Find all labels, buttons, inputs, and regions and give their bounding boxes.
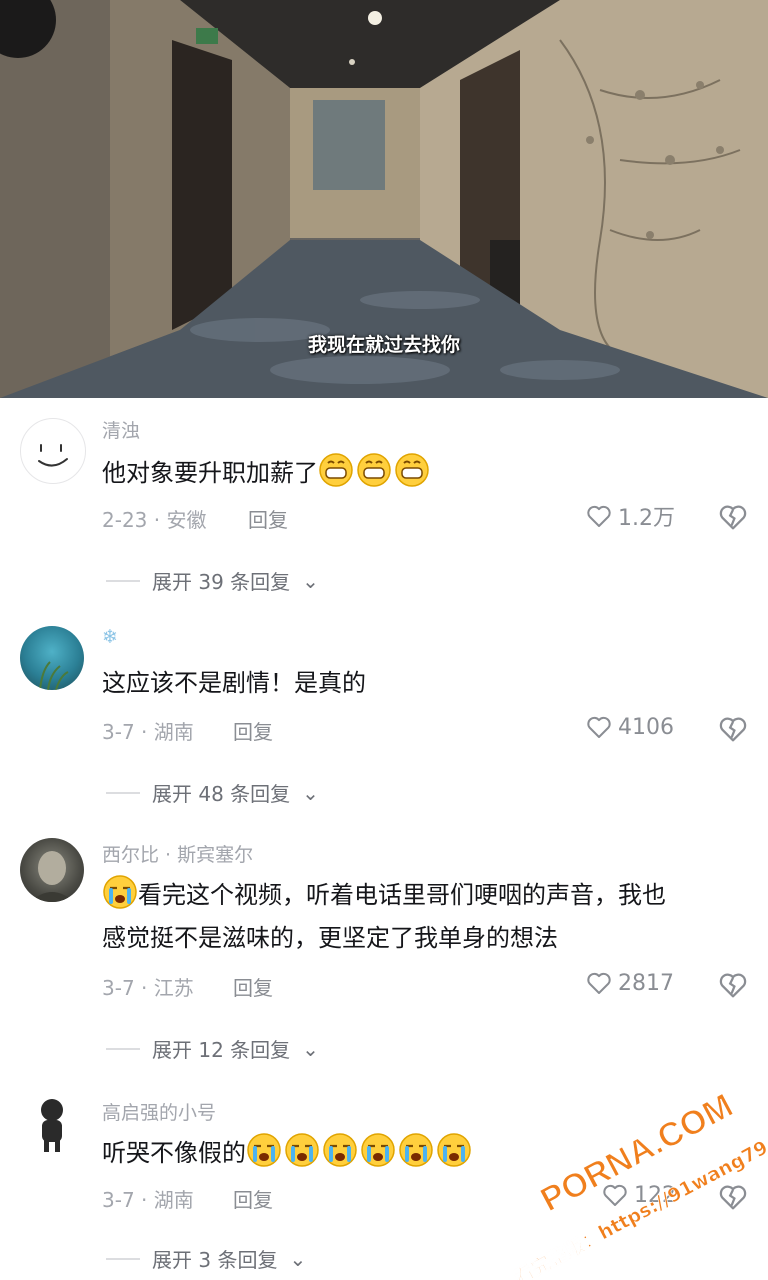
expand-label: 展开 48 条回复	[152, 782, 291, 806]
grin-emoji	[394, 453, 432, 487]
heart-icon	[587, 505, 611, 527]
reply-button[interactable]: 回复	[233, 1184, 273, 1213]
underwater-plant-icon	[39, 661, 69, 690]
reply-button[interactable]: 回复	[233, 716, 273, 745]
heart-icon	[587, 972, 611, 994]
comment-username[interactable]: 高启强的小号	[102, 1098, 216, 1125]
expand-label: 展开 3 条回复	[152, 1248, 278, 1272]
like-count: 4106	[618, 714, 674, 740]
expand-replies-button[interactable]: 展开 3 条回复 ⌄	[106, 1244, 306, 1273]
comment-text: 他对象要升职加薪了	[102, 452, 742, 495]
like-button[interactable]: 1.2万	[584, 500, 675, 532]
broken-heart-icon[interactable]	[716, 968, 750, 1002]
cartoon-figure-icon	[41, 1099, 63, 1152]
avatar[interactable]	[20, 838, 84, 902]
broken-heart-icon[interactable]	[716, 1180, 750, 1214]
comment-text-content: 他对象要升职加薪了	[102, 459, 318, 487]
like-count: 1.2万	[618, 506, 675, 531]
expand-label: 展开 39 条回复	[152, 570, 291, 594]
like-count: 2817	[618, 970, 674, 996]
comment-username[interactable]: 清浊	[102, 416, 140, 443]
comment-text: 听哭不像假的	[102, 1132, 742, 1175]
divider-dash	[106, 1257, 140, 1260]
portrait-icon	[30, 851, 74, 902]
divider-dash	[106, 579, 140, 582]
comment-text: 看完这个视频，听着电话里哥们哽咽的声音，我也 感觉挺不是滋味的，更坚定了我单身的…	[102, 874, 742, 960]
crying-emoji	[284, 1133, 322, 1167]
comment-text-line-1: 看完这个视频，听着电话里哥们哽咽的声音，我也	[102, 874, 742, 917]
comment-username[interactable]: ❄	[102, 626, 118, 648]
comment-date-location: 3-7 · 湖南	[102, 1188, 194, 1212]
grin-emoji	[318, 453, 356, 487]
reply-button[interactable]: 回复	[248, 504, 288, 533]
divider-dash	[106, 1047, 140, 1050]
avatar[interactable]	[20, 626, 84, 690]
smiley-face-icon	[38, 444, 68, 467]
grin-emoji	[356, 453, 394, 487]
comment-text: 这应该不是剧情！是真的	[102, 669, 366, 697]
comment-text-content: 看完这个视频，听着电话里哥们哽咽的声音，我也	[138, 881, 666, 909]
comment-item: ❄ 这应该不是剧情！是真的 3-7 · 湖南 回复 4106 展开 48 条回复…	[0, 610, 768, 822]
comment-date-location: 2-23 · 安徽	[102, 508, 207, 532]
divider-dash	[106, 791, 140, 794]
expand-replies-button[interactable]: 展开 12 条回复 ⌄	[106, 1034, 319, 1063]
crying-emoji	[322, 1133, 360, 1167]
chevron-down-icon: ⌄	[302, 780, 319, 805]
expand-replies-button[interactable]: 展开 39 条回复 ⌄	[106, 566, 319, 595]
crying-emoji	[398, 1133, 436, 1167]
comment-username[interactable]: 西尔比 · 斯宾塞尔	[102, 840, 253, 867]
reply-button[interactable]: 回复	[233, 972, 273, 1001]
video-subtitle: 我现在就过去找你	[307, 334, 460, 356]
like-button[interactable]: 4106	[584, 712, 674, 742]
avatar[interactable]	[20, 418, 86, 484]
like-button[interactable]: 2817	[584, 968, 674, 998]
crying-emoji	[360, 1133, 398, 1167]
chevron-down-icon: ⌄	[302, 568, 319, 593]
comment-item: 西尔比 · 斯宾塞尔 看完这个视频，听着电话里哥们哽咽的声音，我也 感觉挺不是滋…	[0, 824, 768, 1074]
crying-emoji	[102, 875, 138, 909]
like-button[interactable]: 122	[600, 1180, 676, 1210]
broken-heart-icon[interactable]	[716, 500, 750, 534]
comment-item: 清浊 他对象要升职加薪了 2-23 · 安徽 回复 1.2万 展开 39 条回复…	[0, 398, 768, 608]
like-count: 122	[634, 1182, 676, 1208]
broken-heart-icon[interactable]	[716, 712, 750, 746]
expand-replies-button[interactable]: 展开 48 条回复 ⌄	[106, 778, 319, 807]
chevron-down-icon: ⌄	[302, 1036, 319, 1061]
chevron-down-icon: ⌄	[289, 1246, 307, 1271]
comment-date-location: 3-7 · 江苏	[102, 976, 194, 1000]
video-player[interactable]: 我现在就过去找你	[0, 0, 768, 398]
comment-text-line-2: 感觉挺不是滋味的，更坚定了我单身的想法	[102, 924, 558, 952]
crying-emoji	[246, 1133, 284, 1167]
avatar[interactable]	[20, 1090, 84, 1154]
heart-icon	[587, 716, 611, 738]
crying-emoji	[436, 1133, 474, 1167]
comment-text-content: 听哭不像假的	[102, 1139, 246, 1167]
comment-date-location: 3-7 · 湖南	[102, 720, 194, 744]
expand-label: 展开 12 条回复	[152, 1038, 291, 1062]
comment-item: 高启强的小号 听哭不像假的 3-7 · 湖南 回复 122 展开 3 条回复 ⌄	[0, 1076, 768, 1280]
heart-icon	[603, 1184, 627, 1206]
